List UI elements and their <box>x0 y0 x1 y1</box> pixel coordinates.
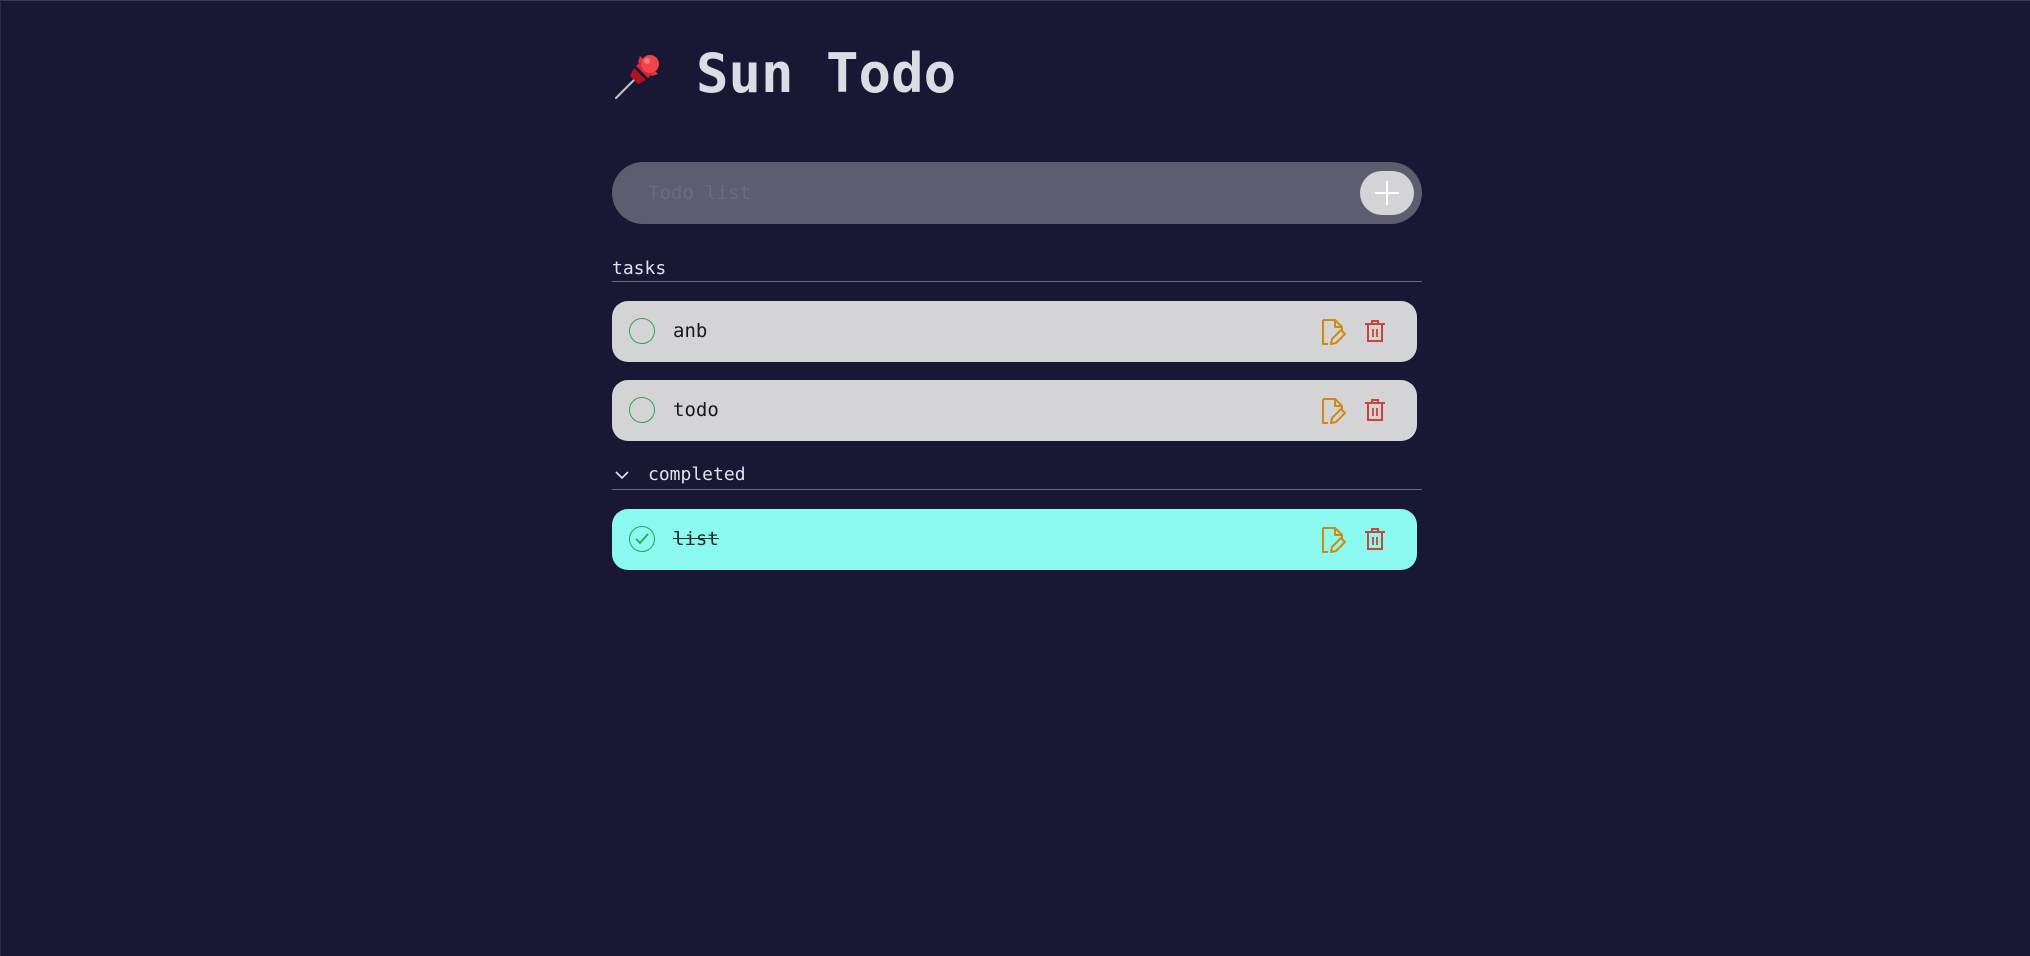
add-button[interactable] <box>1360 171 1414 215</box>
task-text: anb <box>673 320 708 342</box>
plus-icon <box>1375 181 1399 205</box>
edit-icon[interactable] <box>1320 526 1346 554</box>
trash-icon[interactable] <box>1364 319 1386 343</box>
add-todo-form <box>612 162 1422 224</box>
completed-section-label[interactable]: completed <box>648 464 746 485</box>
tasks-section-label: tasks <box>612 258 667 279</box>
app-title: Sun Todo <box>696 42 957 105</box>
task-text: list <box>673 528 719 550</box>
task-item: todo <box>612 380 1417 441</box>
trash-icon[interactable] <box>1364 398 1386 422</box>
checkmark-icon <box>635 533 649 545</box>
pushpin-icon <box>614 55 659 100</box>
header: Sun Todo <box>612 39 956 109</box>
trash-icon[interactable] <box>1364 527 1386 551</box>
task-checkbox-checked[interactable] <box>629 526 655 552</box>
completed-task-item: list <box>612 509 1417 570</box>
tasks-divider <box>612 281 1422 282</box>
task-text: todo <box>673 399 719 421</box>
chevron-down-icon[interactable] <box>614 469 630 481</box>
todo-input[interactable] <box>648 162 1328 224</box>
task-checkbox[interactable] <box>629 318 655 344</box>
completed-divider <box>612 489 1422 490</box>
edit-icon[interactable] <box>1320 318 1346 346</box>
task-checkbox[interactable] <box>629 397 655 423</box>
task-item: anb <box>612 301 1417 362</box>
edit-icon[interactable] <box>1320 397 1346 425</box>
